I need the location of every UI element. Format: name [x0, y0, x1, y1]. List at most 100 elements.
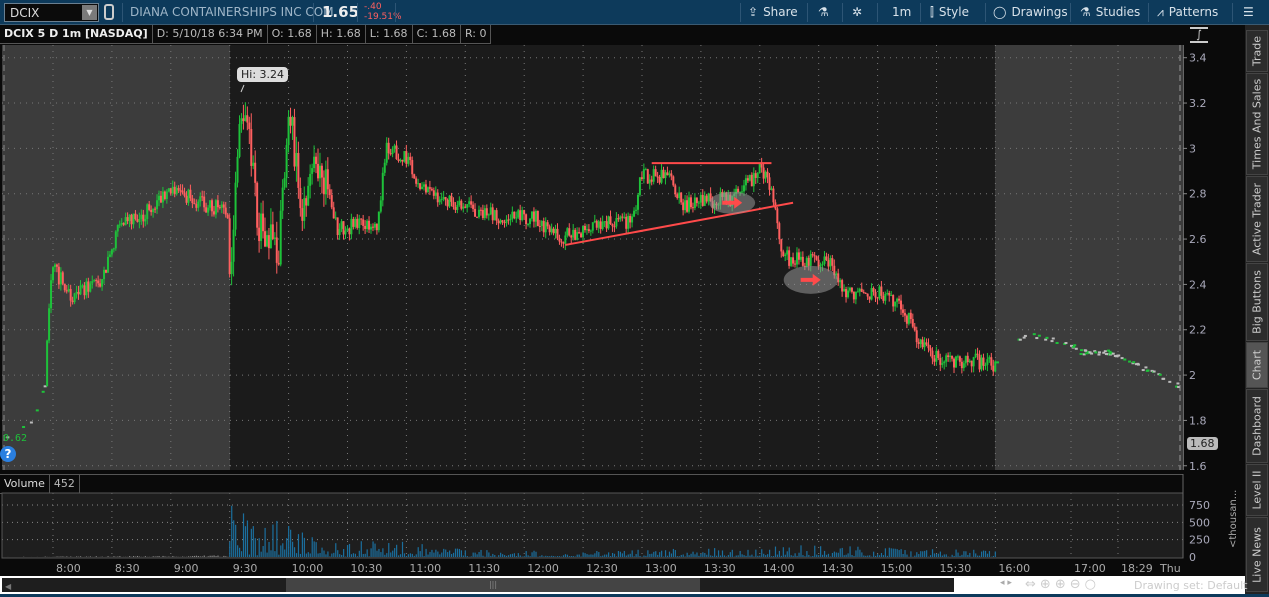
candle	[173, 186, 176, 195]
volume-bar	[158, 556, 160, 557]
scrollbar-thumb[interactable]: |||	[286, 578, 700, 592]
volume-bar	[690, 553, 692, 557]
candle	[943, 361, 946, 364]
volume-bar	[920, 551, 922, 557]
candle	[672, 176, 675, 186]
candle	[984, 364, 987, 366]
tab-trade[interactable]: Trade	[1246, 30, 1268, 72]
candle	[941, 363, 944, 365]
volume-bar	[307, 552, 309, 557]
candle	[574, 229, 577, 240]
volume-bar	[600, 556, 602, 557]
scroll-left-icon[interactable]: ◀	[2, 582, 11, 591]
candle	[287, 116, 290, 146]
volume-bar	[723, 555, 726, 557]
candle	[381, 172, 384, 201]
candle	[373, 223, 376, 228]
candle	[974, 353, 977, 358]
candle	[59, 272, 62, 285]
candle	[935, 350, 938, 362]
candle	[845, 289, 848, 298]
tab-big-buttons[interactable]: Big Buttons	[1246, 263, 1268, 341]
volume-bar	[405, 555, 408, 557]
candle	[790, 257, 793, 266]
volume-bar	[511, 553, 514, 557]
tab-chart[interactable]: Chart	[1246, 342, 1268, 388]
candle	[401, 159, 404, 162]
volume-bar	[535, 551, 537, 557]
drawing-set-label[interactable]: Drawing set: Default	[1134, 579, 1247, 592]
crosshair-icon[interactable]: ⊕	[1040, 577, 1055, 592]
help-icon[interactable]: ?	[0, 446, 16, 462]
candle	[466, 204, 469, 208]
volume-bar	[348, 543, 351, 557]
candle	[688, 197, 691, 212]
candle	[309, 173, 312, 186]
time-tick-label: 8:00	[56, 562, 81, 575]
volume-bar	[988, 551, 991, 557]
volume-bar	[839, 548, 841, 557]
ellipse-icon[interactable]: ○	[1085, 577, 1100, 592]
candle	[328, 189, 331, 196]
fit-icon[interactable]: ⇔	[1025, 577, 1040, 592]
candle	[629, 215, 632, 223]
candle	[358, 218, 361, 228]
candle	[1162, 377, 1166, 380]
candle	[1044, 338, 1048, 341]
volume-bar	[156, 556, 158, 557]
candle	[931, 350, 934, 359]
candle	[1090, 352, 1094, 355]
candle	[342, 221, 345, 235]
volume-bar	[301, 532, 304, 557]
tab-times-and-sales[interactable]: Times And Sales	[1246, 73, 1268, 175]
volume-bar	[555, 556, 557, 557]
volume-bar	[898, 550, 900, 557]
candle	[240, 118, 243, 125]
volume-bar	[476, 554, 478, 557]
volume-bar	[857, 546, 859, 557]
candle	[191, 198, 194, 204]
volume-bar	[951, 554, 953, 557]
candle	[619, 216, 622, 220]
tab-dashboard[interactable]: Dashboard	[1246, 389, 1268, 463]
volume-bar	[702, 552, 704, 557]
volume-bar	[710, 555, 712, 557]
volume-bar	[525, 551, 527, 557]
zoom-in-icon[interactable]: ⊕	[1055, 577, 1070, 592]
candle	[927, 344, 930, 349]
volume-bar	[933, 553, 936, 557]
candle	[207, 207, 210, 213]
volume-bar	[193, 555, 196, 557]
candle	[933, 358, 936, 362]
tab-live-news[interactable]: Live News	[1246, 517, 1268, 592]
candle	[212, 211, 215, 215]
candle	[1128, 360, 1132, 363]
tab-level-ii[interactable]: Level II	[1246, 464, 1268, 516]
candle	[405, 151, 408, 164]
zoom-out-icon[interactable]: ⊖	[1070, 577, 1085, 592]
price-chart[interactable]: 3.4 3.2 3 2.8 2.6 2.4 2.2 2 1.8 1.6 750 500 250 0 8:00…	[0, 0, 1269, 597]
candle	[970, 360, 973, 367]
volume-bar	[362, 554, 364, 557]
volume-bar	[692, 551, 694, 557]
candle	[222, 204, 225, 208]
volume-bar	[447, 552, 449, 557]
volume-bar	[411, 553, 413, 557]
tab-active-trader[interactable]: Active Trader	[1246, 176, 1268, 262]
candle	[939, 358, 942, 365]
candle	[430, 188, 433, 191]
candle	[283, 177, 286, 188]
candle	[680, 192, 683, 203]
volume-bar	[800, 545, 802, 557]
volume-bar	[596, 551, 598, 557]
volume-bar	[551, 555, 553, 557]
candle	[332, 207, 335, 219]
candle	[1168, 380, 1172, 383]
candle	[63, 283, 66, 291]
pan-arrows-icon[interactable]: ◂ ▸	[1000, 578, 1012, 588]
candle	[22, 426, 26, 429]
candle	[181, 190, 184, 193]
candle	[301, 208, 304, 221]
candle	[707, 193, 710, 202]
time-tick-label: 15:30	[940, 562, 972, 575]
